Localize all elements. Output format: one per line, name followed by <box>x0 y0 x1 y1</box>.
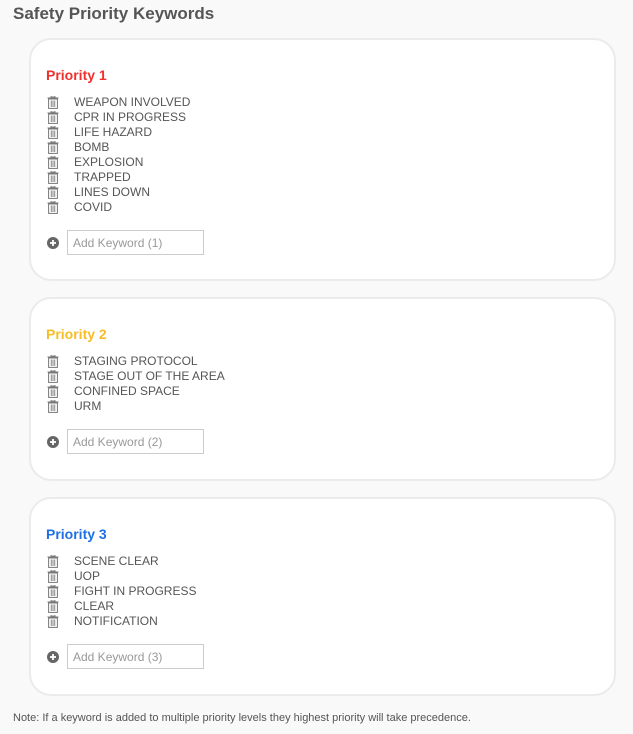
keyword-label: UOP <box>74 569 101 583</box>
keyword-label: URM <box>74 399 102 413</box>
trash-icon[interactable] <box>47 399 59 413</box>
keyword-label: FIGHT IN PROGRESS <box>74 584 197 598</box>
trash-icon[interactable] <box>47 170 59 184</box>
keyword-item: CPR IN PROGRESS <box>47 110 190 125</box>
keyword-label: EXPLOSION <box>74 155 144 169</box>
add-keyword-input-1[interactable] <box>67 230 204 255</box>
trash-icon[interactable] <box>47 185 59 199</box>
page-title: Safety Priority Keywords <box>13 4 215 23</box>
trash-icon[interactable] <box>47 614 59 628</box>
keyword-item: COVID <box>47 200 190 215</box>
keyword-item: UOP <box>47 569 196 584</box>
trash-icon[interactable] <box>47 569 59 583</box>
trash-icon[interactable] <box>47 110 59 124</box>
keyword-label: CPR IN PROGRESS <box>74 110 187 124</box>
plus-circle-icon[interactable] <box>47 435 59 448</box>
keyword-label: STAGING PROTOCOL <box>74 354 198 368</box>
keyword-item: STAGE OUT OF THE AREA <box>47 369 225 384</box>
trash-icon[interactable] <box>47 354 59 368</box>
priority-1-title: Priority 1 <box>46 67 107 83</box>
priority-2-add-row <box>47 429 204 454</box>
keyword-label: BOMB <box>74 140 110 154</box>
keyword-label: COVID <box>74 200 113 214</box>
priority-1-keyword-list: WEAPON INVOLVED CPR IN PROGRESS LIFE HAZAR… <box>47 95 190 215</box>
trash-icon[interactable] <box>47 95 59 109</box>
keyword-item: LINES DOWN <box>47 185 190 200</box>
keyword-label: STAGE OUT OF THE AREA <box>74 369 225 383</box>
trash-icon[interactable] <box>47 200 59 214</box>
keyword-item: FIGHT IN PROGRESS <box>47 584 196 599</box>
keyword-item: TRAPPED <box>47 170 190 185</box>
keyword-item: CONFINED SPACE <box>47 384 225 399</box>
trash-icon[interactable] <box>47 125 59 139</box>
priority-3-keyword-list: SCENE CLEAR UOP FIGHT IN PROGRESS CLEAR NOTI… <box>47 554 196 629</box>
keyword-label: TRAPPED <box>74 170 131 184</box>
priority-3-card: Priority 3 SCENE CLEAR UOP FIGHT IN PROGRE… <box>29 497 616 696</box>
keyword-label: CLEAR <box>74 599 115 613</box>
keyword-item: SCENE CLEAR <box>47 554 196 569</box>
trash-icon[interactable] <box>47 369 59 383</box>
keyword-label: LINES DOWN <box>74 185 151 199</box>
plus-circle-icon[interactable] <box>47 650 59 663</box>
keyword-item: LIFE HAZARD <box>47 125 190 140</box>
priority-2-card: Priority 2 STAGING PROTOCOL STAGE OUT OF … <box>29 297 616 481</box>
trash-icon[interactable] <box>47 155 59 169</box>
priority-2-title: Priority 2 <box>46 326 107 342</box>
priority-3-add-row <box>47 644 204 669</box>
trash-icon[interactable] <box>47 584 59 598</box>
trash-icon[interactable] <box>47 554 59 568</box>
priority-2-keyword-list: STAGING PROTOCOL STAGE OUT OF THE AREA CON… <box>47 354 225 414</box>
keyword-label: SCENE CLEAR <box>74 554 159 568</box>
priority-1-add-row <box>47 230 204 255</box>
keyword-item: BOMB <box>47 140 190 155</box>
keyword-item: WEAPON INVOLVED <box>47 95 190 110</box>
keyword-label: LIFE HAZARD <box>74 125 153 139</box>
priority-1-card: Priority 1 WEAPON INVOLVED CPR IN PROGRES… <box>29 38 616 281</box>
keyword-label: NOTIFICATION <box>74 614 158 628</box>
trash-icon[interactable] <box>47 140 59 154</box>
trash-icon[interactable] <box>47 599 59 613</box>
plus-circle-icon[interactable] <box>47 236 59 249</box>
keyword-item: STAGING PROTOCOL <box>47 354 225 369</box>
keyword-item: CLEAR <box>47 599 196 614</box>
add-keyword-input-3[interactable] <box>67 644 204 669</box>
trash-icon[interactable] <box>47 384 59 398</box>
keyword-label: WEAPON INVOLVED <box>74 95 191 109</box>
add-keyword-input-2[interactable] <box>67 429 204 454</box>
keyword-item: NOTIFICATION <box>47 614 196 629</box>
priority-3-title: Priority 3 <box>46 526 107 542</box>
keyword-item: EXPLOSION <box>47 155 190 170</box>
precedence-note: Note: If a keyword is added to multiple … <box>13 712 471 724</box>
keyword-label: CONFINED SPACE <box>74 384 180 398</box>
keyword-item: URM <box>47 399 225 414</box>
